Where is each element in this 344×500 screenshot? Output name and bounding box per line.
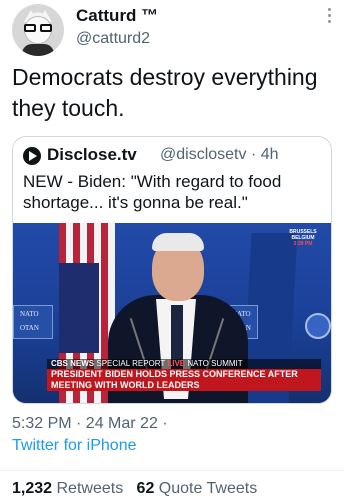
- quote-tweets-stat[interactable]: 62 Quote Tweets: [137, 480, 258, 497]
- quoted-tweet-header: Disclose.tv @disclosetv · 4h: [23, 145, 323, 167]
- tweet-text: Democrats destroy everything they touch.: [12, 64, 318, 121]
- author-avatar[interactable]: [12, 4, 64, 56]
- us-flag-canton: [59, 263, 99, 353]
- bug-time: 3:39 PM: [293, 241, 313, 247]
- tweet-source[interactable]: Twitter for iPhone: [12, 435, 332, 457]
- ticker-live: LIVE: [167, 359, 186, 368]
- tweet-header: Catturd ™ @catturd2: [10, 0, 334, 56]
- quoted-tweet-text: NEW - Biden: "With regard to food shorta…: [23, 172, 282, 212]
- retweets-label: Retweets: [56, 480, 124, 497]
- quote-tweets-label: Quote Tweets: [158, 480, 258, 497]
- more-options-icon[interactable]: [326, 8, 332, 26]
- speaker-hair: [152, 233, 204, 251]
- avatar-body: [22, 44, 54, 56]
- headline-line2: MEETING WITH WORLD LEADERS: [51, 380, 200, 390]
- quote-tweets-count: 62: [136, 480, 155, 497]
- quoted-video[interactable]: NATO OTAN NATO OTAN BRUSSELS BELGIUM 3:3…: [13, 223, 331, 403]
- ticker-event: NATO SUMMIT: [187, 359, 243, 368]
- news-lower-third: CBS NEWS SPECIAL REPORT LIVE NATO SUMMIT…: [47, 359, 321, 393]
- ticker-report: SPECIAL REPORT: [96, 359, 166, 368]
- tweet-meta: 5:32 PM · 24 Mar 22 · Twitter for iPhone: [12, 413, 332, 457]
- quoted-author-handle[interactable]: @disclosetv · 4h: [160, 146, 279, 164]
- nato-emblem-right: [305, 313, 331, 339]
- nato-sign-left-text2: OTAN: [20, 324, 39, 332]
- disclose-logo-icon: [23, 147, 41, 165]
- retweets-count: 1,232: [12, 480, 53, 497]
- quoted-tweet[interactable]: Disclose.tv @disclosetv · 4h NEW - Biden…: [12, 136, 332, 404]
- location-bug: BRUSSELS BELGIUM 3:39 PM: [287, 229, 319, 247]
- news-ticker: CBS NEWS SPECIAL REPORT LIVE NATO SUMMIT: [47, 359, 321, 369]
- tweet-timestamp[interactable]: 5:32 PM · 24 Mar 22 ·: [12, 413, 332, 435]
- nato-sign-left: NATO OTAN: [13, 305, 53, 339]
- engagement-stats: 1,232 Retweets 62 Quote Tweets: [12, 480, 342, 498]
- author-name[interactable]: Catturd ™: [76, 6, 158, 26]
- author-handle[interactable]: @catturd2: [76, 30, 150, 48]
- divider: [0, 470, 344, 471]
- avatar-glasses: [24, 24, 52, 32]
- headline-line1: PRESIDENT BIDEN HOLDS PRESS CONFERENCE A…: [51, 369, 298, 379]
- retweets-stat[interactable]: 1,232 Retweets: [12, 480, 123, 497]
- nato-sign-left-text: NATO: [20, 310, 39, 318]
- quoted-author-name[interactable]: Disclose.tv: [47, 145, 137, 165]
- news-headline: PRESIDENT BIDEN HOLDS PRESS CONFERENCE A…: [47, 369, 321, 391]
- ticker-network: CBS NEWS: [51, 359, 95, 368]
